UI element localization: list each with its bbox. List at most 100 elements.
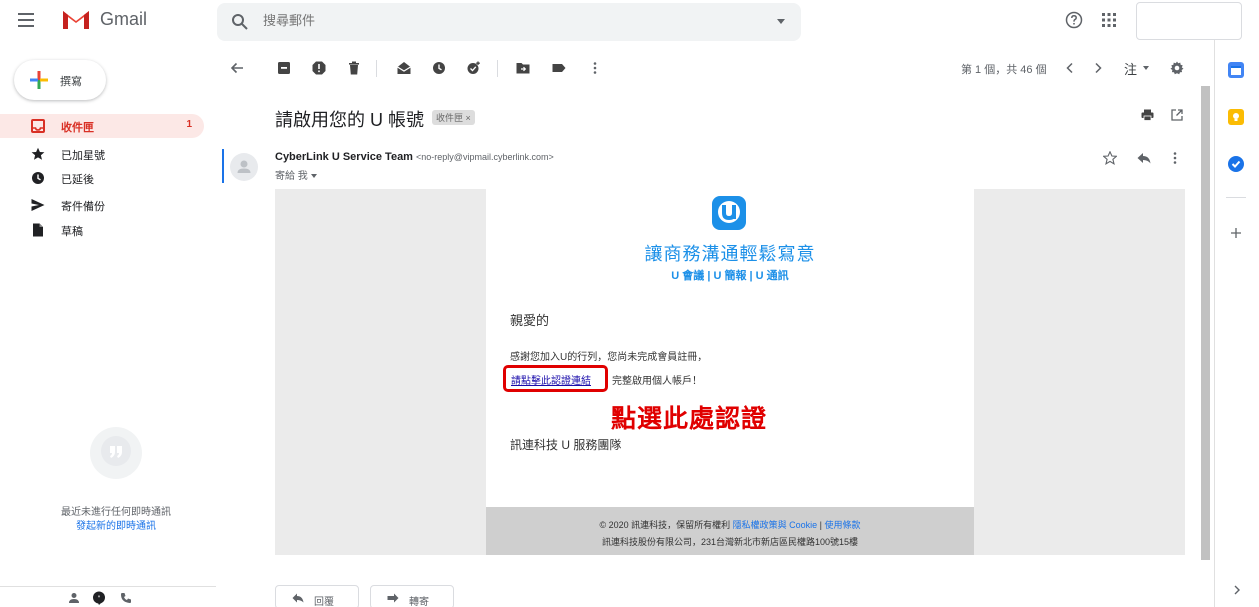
compose-button[interactable]: 撰寫	[14, 60, 106, 100]
open-new-window-icon[interactable]	[1171, 109, 1183, 121]
forward-icon	[387, 593, 399, 603]
sidebar-item-inbox[interactable]: 收件匣 1	[0, 114, 204, 138]
verify-instruction-text: 完整啟用個人帳戶！	[612, 376, 702, 387]
recipient-details[interactable]: 寄給 我	[275, 167, 317, 182]
person-icon[interactable]	[68, 592, 80, 604]
sender-avatar	[230, 153, 258, 181]
account-area[interactable]	[1136, 2, 1242, 40]
pagination-label: 第 1 個，共 46 個	[961, 64, 1047, 76]
brand-tagline: 讓商務溝通輕鬆寫意	[644, 244, 816, 264]
sidebar-item-starred[interactable]: 已加星號	[0, 142, 204, 166]
calendar-icon[interactable]	[1228, 62, 1244, 78]
reply-label: 回覆	[314, 597, 334, 607]
compose-label: 撰寫	[60, 76, 82, 88]
keep-icon[interactable]	[1228, 109, 1244, 125]
reply-button[interactable]: 回覆	[275, 585, 359, 607]
more-vert-icon[interactable]	[588, 61, 602, 75]
tasks-icon[interactable]	[1228, 156, 1244, 172]
inbox-label-chip[interactable]: 收件匣 ×	[432, 110, 475, 125]
report-spam-icon[interactable]	[312, 61, 326, 75]
print-icon[interactable]	[1141, 109, 1154, 121]
sidebar-item-snoozed[interactable]: 已延後	[0, 166, 204, 190]
brand-subline: U 會議 | U 簡報 | U 通訊	[671, 270, 789, 282]
search-bar[interactable]	[217, 3, 801, 41]
message-focus-indicator	[222, 149, 224, 183]
sidebar-item-label: 收件匣	[61, 122, 94, 134]
reply-icon[interactable]	[1137, 152, 1151, 164]
footer-separator: |	[819, 520, 823, 530]
label-icon[interactable]	[552, 61, 566, 75]
details-caret-icon[interactable]	[310, 174, 317, 179]
click-here-callout: 點選此處認證	[611, 405, 768, 433]
scrollbar-thumb[interactable]	[1201, 86, 1210, 560]
recipient-label: 寄給 我	[275, 171, 308, 182]
email-intro-text: 感謝您加入U的行列，您尚未完成會員註冊，	[510, 352, 708, 363]
sidebar-item-label: 已延後	[61, 174, 94, 186]
reply-icon	[292, 593, 304, 603]
svg-text:": "	[98, 595, 101, 602]
sidebar-item-drafts[interactable]: 草稿	[0, 218, 204, 242]
help-icon[interactable]	[1065, 11, 1083, 29]
compose-plus-icon	[30, 71, 48, 89]
snooze-icon[interactable]	[432, 61, 446, 75]
sidebar-item-label: 寄件備份	[61, 201, 105, 213]
chevron-right-icon[interactable]	[1091, 61, 1105, 75]
top-bar: Gmail	[0, 0, 1259, 41]
footer-address: 訊連科技股份有限公司，231台灣新北市新店區民權路100號15樓	[601, 537, 859, 547]
draft-file-icon	[33, 223, 43, 237]
chevron-left-icon[interactable]	[1063, 61, 1077, 75]
sidebar-item-label: 已加星號	[61, 150, 105, 162]
hangouts-empty-text: 最近未進行任何即時通訊	[61, 507, 171, 518]
unread-count-badge: 1	[186, 119, 192, 130]
add-addon-icon[interactable]	[1230, 227, 1242, 239]
sender-email: <no-reply@vipmail.cyberlink.com>	[416, 152, 554, 162]
inbox-icon	[31, 119, 45, 133]
archive-icon[interactable]	[277, 61, 291, 75]
search-options-icon[interactable]	[777, 19, 785, 24]
sidebar-item-label: 草稿	[61, 226, 83, 238]
input-tools-caret-icon[interactable]	[1143, 66, 1149, 70]
star-icon	[31, 147, 45, 160]
app-name: Gmail	[100, 9, 148, 29]
sender-line: CyberLink U Service Team <no-reply@vipma…	[275, 151, 554, 163]
expand-panel-icon[interactable]	[1232, 585, 1242, 595]
search-input[interactable]	[263, 13, 743, 28]
search-icon[interactable]	[231, 13, 249, 31]
email-footer: © 2020 訊連科技，保留所有權利 隱私權政策與 Cookie | 使用條款 …	[486, 507, 974, 555]
email-signoff: 訊連科技 U 服務團隊	[510, 438, 622, 452]
u-brand-logo	[712, 196, 746, 230]
delete-icon[interactable]	[347, 61, 361, 75]
side-panel	[1214, 40, 1259, 607]
apps-grid-icon[interactable]	[1101, 12, 1117, 28]
start-chat-link[interactable]: 發起新的即時通訊	[0, 517, 232, 532]
toolbar-divider	[497, 60, 498, 77]
mark-unread-icon[interactable]	[397, 61, 411, 75]
move-to-icon[interactable]	[516, 61, 530, 75]
privacy-policy-link[interactable]: 隱私權政策與 Cookie	[733, 520, 818, 530]
settings-gear-icon[interactable]	[1170, 61, 1184, 75]
clock-icon	[32, 172, 44, 184]
sidebar-item-sent[interactable]: 寄件備份	[0, 193, 204, 217]
hangouts-bottom-bar: "	[0, 586, 216, 607]
send-icon	[31, 199, 45, 211]
terms-of-use-link[interactable]: 使用條款	[825, 520, 861, 530]
forward-label: 轉寄	[409, 597, 429, 607]
email-subject: 請啟用您的 U 帳號	[275, 110, 425, 130]
star-outline-icon[interactable]	[1103, 151, 1117, 165]
input-tools-label[interactable]: 注	[1124, 59, 1137, 78]
main-menu-icon[interactable]	[16, 10, 36, 30]
email-greeting: 親愛的	[510, 313, 550, 328]
more-vert-icon[interactable]	[1170, 151, 1180, 165]
add-task-icon[interactable]	[467, 61, 481, 75]
back-arrow-icon[interactable]	[230, 61, 244, 75]
hangouts-quote-icon	[90, 427, 142, 479]
gmail-logo-icon[interactable]	[62, 8, 90, 30]
forward-button[interactable]: 轉寄	[370, 585, 454, 607]
verify-link[interactable]: 請點擊此認證連結	[511, 372, 591, 387]
footer-legal-line: © 2020 訊連科技，保留所有權利 隱私權政策與 Cookie | 使用條款	[486, 518, 974, 531]
side-panel-divider	[1226, 197, 1246, 198]
chat-bubble-icon[interactable]: "	[92, 591, 106, 605]
footer-copyright: © 2020 訊連科技，保留所有權利	[599, 520, 731, 530]
gmail-window: Gmail 搜尋郵件 撰寫 收件匣 1 已加星號 已延後 寄件備份 草稿 最近未…	[0, 0, 1259, 607]
phone-icon[interactable]	[120, 592, 132, 604]
